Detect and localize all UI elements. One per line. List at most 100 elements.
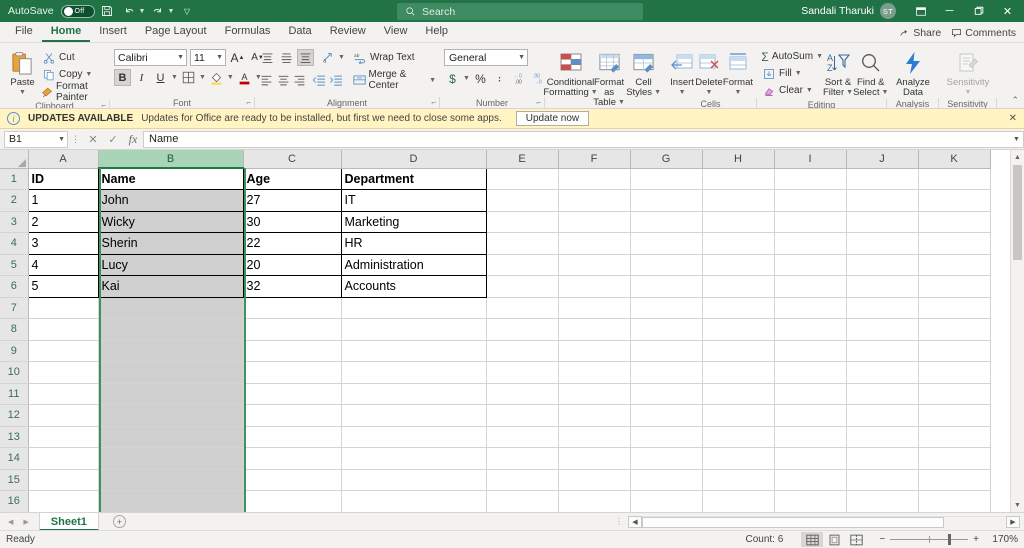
cut-button[interactable]: Cut — [41, 49, 106, 66]
cell-f15[interactable] — [558, 469, 631, 491]
cell-g16[interactable] — [630, 490, 703, 512]
row-header-5[interactable]: 5 — [0, 254, 29, 276]
cell-a15[interactable] — [28, 469, 99, 491]
cell-a14[interactable] — [28, 447, 99, 470]
cell-k16[interactable] — [918, 490, 991, 512]
cell-e12[interactable] — [486, 404, 559, 427]
column-header-a[interactable]: A — [28, 150, 99, 169]
cell-j4[interactable] — [846, 232, 919, 255]
zoom-in-button[interactable]: + — [973, 534, 979, 545]
cell-e10[interactable] — [486, 361, 559, 384]
column-header-h[interactable]: H — [702, 150, 775, 169]
cell-a2[interactable]: 1 — [27, 189, 99, 212]
cell-i16[interactable] — [774, 490, 847, 512]
page-break-view-icon[interactable] — [845, 532, 867, 547]
scroll-left-icon[interactable]: ◀ — [628, 515, 642, 528]
vertical-scrollbar[interactable]: ▲ ▼ — [1010, 150, 1024, 512]
cell-k5[interactable] — [918, 254, 991, 276]
customize-quick-access-icon[interactable]: ▽ — [177, 2, 196, 20]
cell-e8[interactable] — [486, 318, 559, 341]
horizontal-scroll-thumb[interactable] — [642, 516, 945, 528]
sheet-split-handle[interactable]: ⋮ — [615, 517, 628, 526]
cell-g3[interactable] — [630, 211, 703, 233]
cell-i11[interactable] — [774, 383, 847, 405]
underline-button[interactable]: U — [152, 69, 169, 86]
cell-h10[interactable] — [702, 361, 775, 384]
cell-j2[interactable] — [846, 189, 919, 212]
cell-a6[interactable]: 5 — [27, 275, 99, 298]
cell-d13[interactable] — [341, 426, 487, 448]
cell-j11[interactable] — [846, 383, 919, 405]
cell-k3[interactable] — [918, 211, 991, 233]
currency-dropdown-icon[interactable]: ▼ — [463, 75, 470, 82]
font-color-button[interactable]: A — [236, 69, 253, 86]
cell-c13[interactable] — [243, 426, 342, 448]
paste-dropdown-icon[interactable]: ▼ — [19, 88, 26, 98]
sort-filter-button[interactable]: AZ Sort & Filter ▼ — [823, 47, 853, 98]
align-middle-button[interactable] — [278, 49, 295, 66]
zoom-out-button[interactable]: − — [879, 534, 885, 545]
cell-j1[interactable] — [846, 168, 919, 190]
autosum-button[interactable]: Σ AutoSum ▼ — [761, 48, 823, 65]
redo-icon[interactable] — [148, 2, 167, 20]
cell-e13[interactable] — [486, 426, 559, 448]
cell-d7[interactable] — [341, 297, 487, 319]
horizontal-scrollbar[interactable]: ◀ ▶ — [628, 515, 1024, 528]
cell-f6[interactable] — [558, 275, 631, 298]
tab-home[interactable]: Home — [41, 22, 91, 42]
cell-e16[interactable] — [486, 490, 559, 512]
align-right-button[interactable] — [292, 72, 307, 89]
vertical-scroll-thumb[interactable] — [1013, 165, 1022, 260]
column-header-j[interactable]: J — [846, 150, 919, 169]
cell-i10[interactable] — [774, 361, 847, 384]
cell-d1[interactable]: Department — [340, 167, 487, 190]
cell-j10[interactable] — [846, 361, 919, 384]
cell-g4[interactable] — [630, 232, 703, 255]
cell-k6[interactable] — [918, 275, 991, 298]
cell-k14[interactable] — [918, 447, 991, 470]
horizontal-scroll-track[interactable] — [642, 515, 1006, 528]
fill-dropdown-icon[interactable]: ▼ — [795, 70, 802, 77]
scroll-up-icon[interactable]: ▲ — [1011, 150, 1024, 164]
cell-c15[interactable] — [243, 469, 342, 491]
cell-c7[interactable] — [243, 297, 342, 319]
cell-j6[interactable] — [846, 275, 919, 298]
italic-button[interactable]: I — [133, 69, 150, 86]
row-header-13[interactable]: 13 — [0, 426, 29, 448]
increase-indent-button[interactable] — [329, 72, 344, 89]
confirm-check-icon[interactable]: ✓ — [103, 133, 123, 146]
font-name-input[interactable]: Calibri ▼ — [114, 49, 187, 66]
cell-i2[interactable] — [774, 189, 847, 212]
wrap-text-button[interactable]: ab Wrap Text — [354, 52, 415, 64]
cell-h12[interactable] — [702, 404, 775, 427]
column-header-i[interactable]: I — [774, 150, 847, 169]
cell-g1[interactable] — [630, 168, 703, 190]
cell-k7[interactable] — [918, 297, 991, 319]
column-header-k[interactable]: K — [918, 150, 991, 169]
row-header-7[interactable]: 7 — [0, 297, 29, 319]
decrease-indent-button[interactable] — [312, 72, 327, 89]
sheet-tab-sheet1[interactable]: Sheet1 — [38, 512, 99, 531]
borders-dropdown-icon[interactable]: ▼ — [199, 74, 206, 81]
cell-f5[interactable] — [558, 254, 631, 276]
save-icon[interactable] — [98, 2, 117, 20]
cell-h7[interactable] — [702, 297, 775, 319]
number-format-dropdown-icon[interactable]: ▼ — [518, 54, 525, 61]
row-header-10[interactable]: 10 — [0, 361, 29, 384]
cell-c4[interactable]: 22 — [242, 232, 342, 255]
cell-a5[interactable]: 4 — [27, 253, 99, 276]
spreadsheet-grid[interactable]: A B C D E F G H I J K 1 ID Name Age Depa… — [0, 150, 1010, 512]
cell-h4[interactable] — [702, 232, 775, 255]
cell-k9[interactable] — [918, 340, 991, 362]
tab-insert[interactable]: Insert — [90, 22, 136, 42]
cell-j8[interactable] — [846, 318, 919, 341]
name-box-dropdown-icon[interactable]: ▼ — [58, 136, 65, 143]
format-cells-button[interactable]: Format ▼ — [723, 47, 753, 98]
dismiss-notification-button[interactable]: ✕ — [1009, 113, 1017, 124]
cell-f4[interactable] — [558, 232, 631, 255]
cell-h16[interactable] — [702, 490, 775, 512]
cell-e5[interactable] — [486, 254, 559, 276]
name-box[interactable]: B1 ▼ — [4, 130, 68, 148]
cell-i4[interactable] — [774, 232, 847, 255]
cell-e1[interactable] — [486, 168, 559, 190]
